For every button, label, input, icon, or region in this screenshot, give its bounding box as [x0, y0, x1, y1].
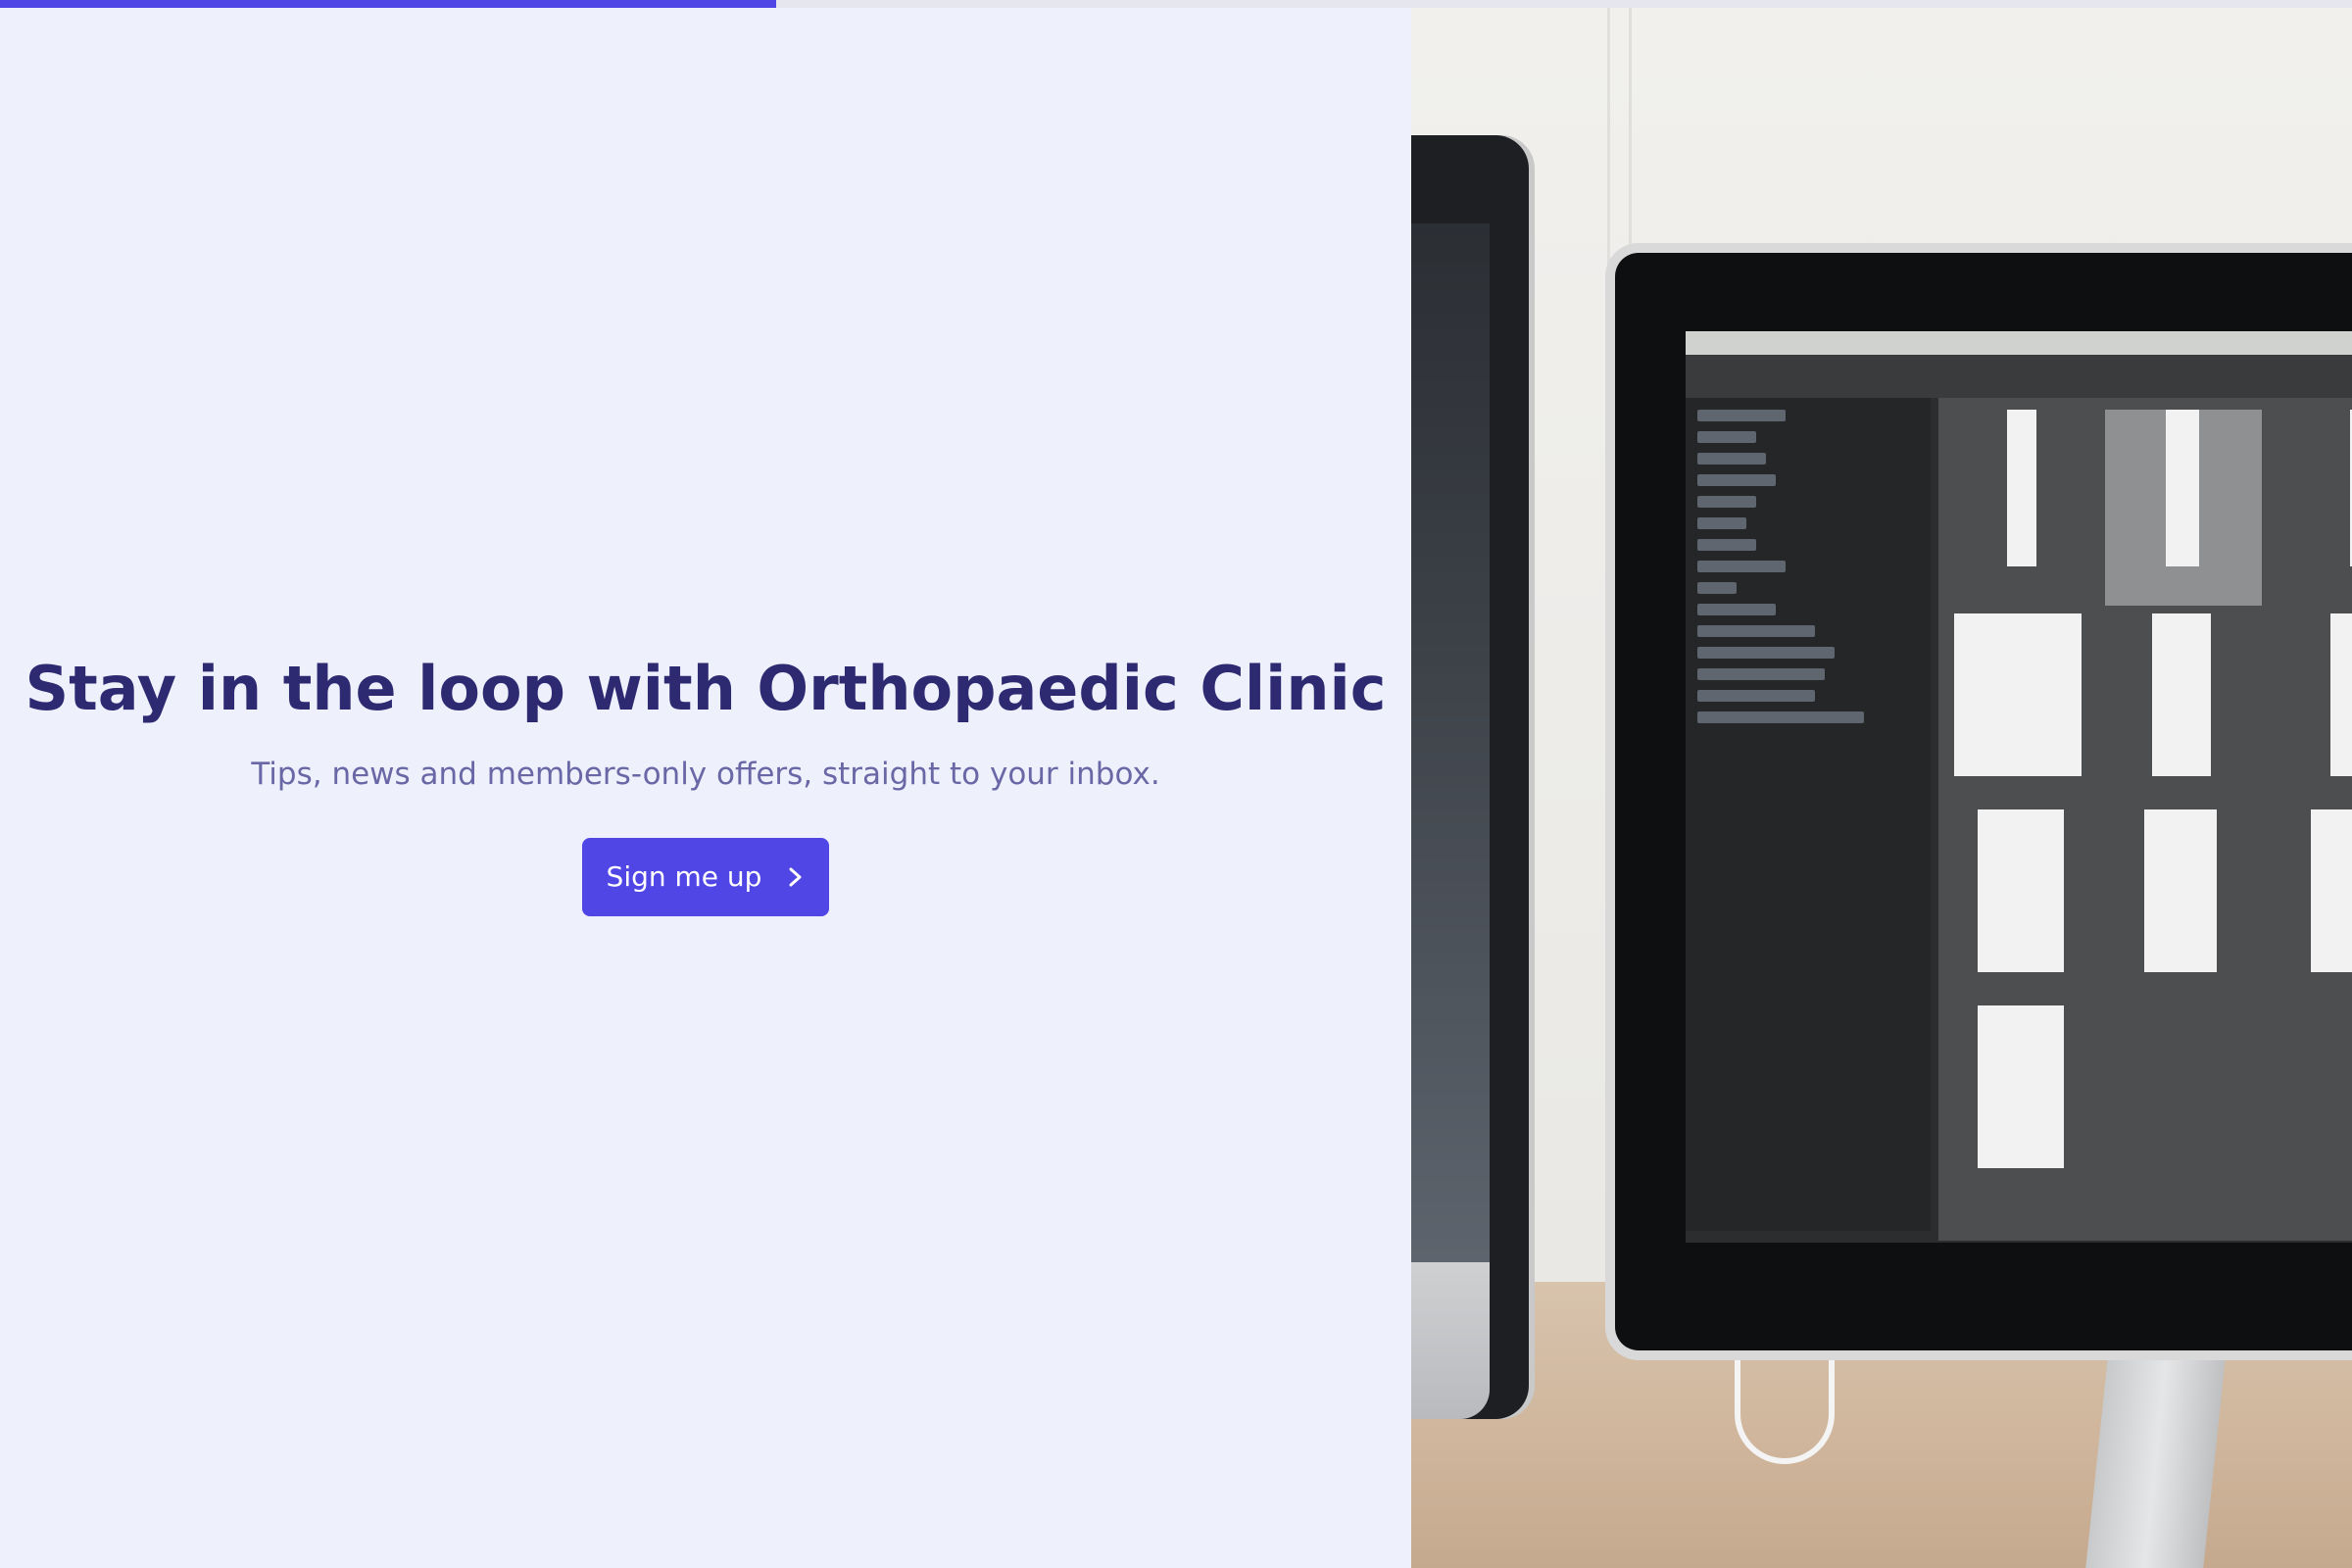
- signup-subtext: Tips, news and members-only offers, stra…: [251, 757, 1160, 793]
- hero-image: [1411, 8, 2352, 1568]
- screen-sidebar-row: [1697, 474, 1776, 486]
- screen-titlebar: [1686, 331, 2352, 355]
- screen-sidebar-row: [1697, 668, 1825, 680]
- screen-sidebar-row: [1697, 690, 1815, 702]
- screen-thumbnail: [2152, 613, 2211, 776]
- sign-up-button-label: Sign me up: [606, 860, 762, 894]
- screen-sidebar-row: [1697, 711, 1864, 723]
- left-monitor: [1411, 135, 1529, 1419]
- screen-sidebar-row: [1697, 582, 1737, 594]
- screen-sidebar-row: [1697, 647, 1835, 659]
- main-monitor: [1605, 243, 2352, 1360]
- screen-sidebar-row: [1697, 517, 1746, 529]
- screen-sidebar-row: [1697, 604, 1776, 615]
- screen-thumbnail: [1954, 613, 2082, 776]
- monitor-stand: [2084, 1341, 2228, 1568]
- progress-bar: [0, 0, 2352, 8]
- screen-sidebar-row: [1697, 410, 1786, 421]
- screen-thumbnail: [2330, 613, 2352, 776]
- screen-sidebar-row: [1697, 561, 1786, 572]
- progress-bar-fill: [0, 0, 776, 8]
- screen-sidebar-row: [1697, 453, 1766, 465]
- signup-panel: Stay in the loop with Orthopaedic Clinic…: [0, 8, 1411, 1568]
- chevron-right-icon: [787, 865, 805, 889]
- left-monitor-chin: [1411, 1262, 1490, 1419]
- page-title: Stay in the loop with Orthopaedic Clinic: [24, 653, 1387, 724]
- screen-thumbnail-grid: [1938, 398, 2352, 1241]
- screen-thumbnail: [2144, 809, 2217, 972]
- main-monitor-screen: [1686, 331, 2352, 1243]
- sign-up-button[interactable]: Sign me up: [582, 837, 829, 916]
- screen-toolbar: [1686, 355, 2352, 398]
- screen-thumbnail: [2311, 809, 2352, 972]
- screen-sidebar-row: [1697, 539, 1756, 551]
- screen-thumbnail: [2007, 410, 2036, 566]
- screen-sidebar-row: [1697, 625, 1815, 637]
- screen-thumbnail: [1978, 1005, 2064, 1168]
- screen-thumbnail: [1978, 809, 2064, 972]
- screen-thumbnail: [2166, 410, 2199, 566]
- screen-sidebar-row: [1697, 431, 1756, 443]
- signup-content: Stay in the loop with Orthopaedic Clinic…: [0, 653, 1411, 916]
- left-monitor-screen: [1411, 223, 1490, 1262]
- screen-sidebar: [1686, 398, 1931, 1231]
- screen-sidebar-row: [1697, 496, 1756, 508]
